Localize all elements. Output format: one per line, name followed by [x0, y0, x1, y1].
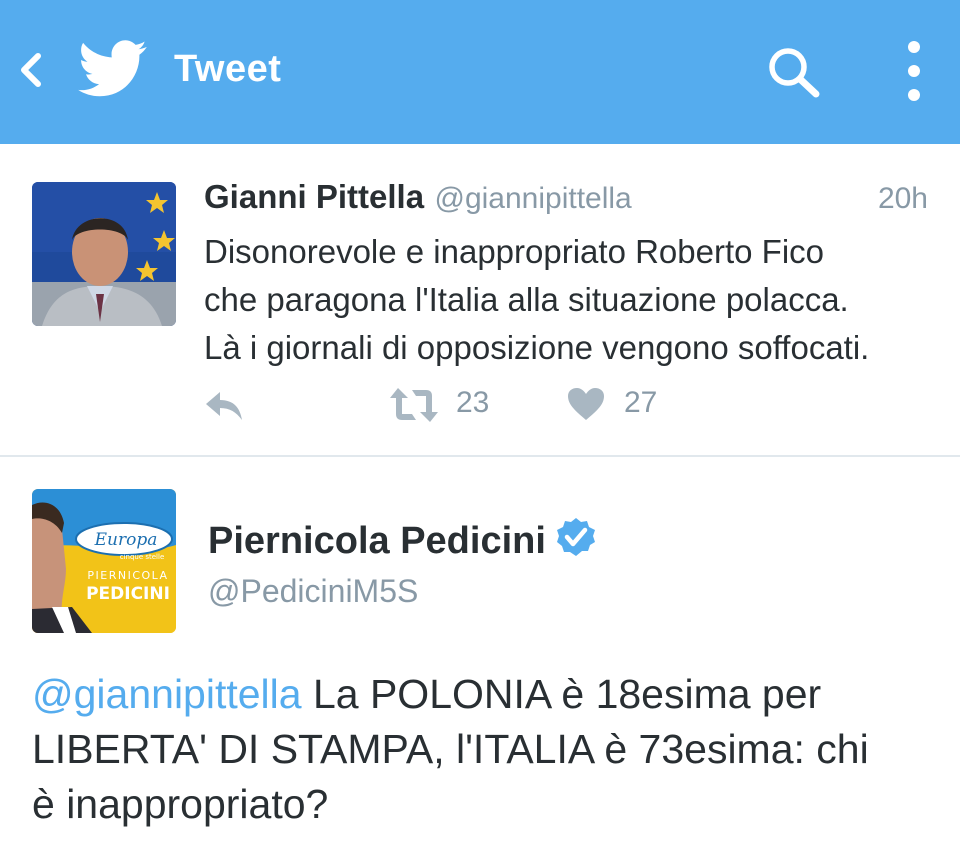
tweet-text-line: è inappropriato? [32, 781, 329, 827]
tweet-text-line: Disonorevole e inappropriato Roberto Fic… [204, 233, 825, 270]
tweet-text: @giannipittella La POLONIA è 18esima per… [32, 667, 942, 832]
tweet-text-line: che paragona l'Italia alla situazione po… [204, 281, 849, 318]
tweet-text-line: Là i giornali di opposizione vengono sof… [204, 329, 870, 366]
heart-icon[interactable] [566, 386, 606, 422]
author-handle[interactable]: @giannipittella [435, 182, 632, 215]
tweet-text: Disonorevole e inappropriato Roberto Fic… [204, 228, 944, 372]
tweet-detail: Europa cinque stelle PIERNICOLA PEDICINI… [0, 457, 960, 868]
tweet-text-line: LIBERTA' DI STAMPA, l'ITALIA è 73esima: … [32, 726, 869, 772]
author-name[interactable]: Piernicola Pedicini [208, 517, 596, 563]
author-name[interactable]: Gianni Pittella [204, 178, 424, 215]
avatar-logo-subword: cinque stelle [120, 553, 165, 561]
twitter-bird-icon [78, 40, 147, 97]
author-handle[interactable]: @PediciniM5S [208, 573, 418, 610]
timestamp: 20h [877, 182, 928, 215]
author-name-text[interactable]: Piernicola Pedicini [208, 520, 546, 562]
avatar[interactable]: Europa cinque stelle PIERNICOLA PEDICINI [32, 489, 176, 633]
retweet-icon[interactable] [388, 386, 440, 424]
retweet-count: 23 [456, 386, 490, 419]
mention-link[interactable]: @giannipittella [32, 671, 302, 717]
tweet-actions: 23 27 [204, 384, 944, 428]
verified-badge-icon [556, 518, 595, 556]
top-app-bar: Tweet [0, 0, 960, 144]
tweet-text-line: @giannipittella La POLONIA è 18esima per [32, 667, 942, 722]
tweet-header: Gianni Pittella @giannipittella [204, 178, 632, 216]
avatar-first-name: PIERNICOLA [87, 569, 168, 582]
reply-icon[interactable] [204, 388, 246, 424]
like-count: 27 [624, 386, 658, 419]
avatar[interactable] [32, 182, 176, 326]
tweet-item[interactable]: Gianni Pittella @giannipittella 20h Diso… [0, 144, 960, 456]
page-title: Tweet [174, 48, 282, 90]
avatar-logo-word: Europa [94, 530, 158, 550]
avatar-last-name: PEDICINI [86, 584, 170, 604]
search-icon[interactable] [764, 44, 826, 100]
chevron-left-icon[interactable] [14, 50, 50, 90]
tweet-text-segment: La POLONIA è 18esima per [301, 671, 822, 717]
more-vertical-icon[interactable] [894, 38, 934, 104]
